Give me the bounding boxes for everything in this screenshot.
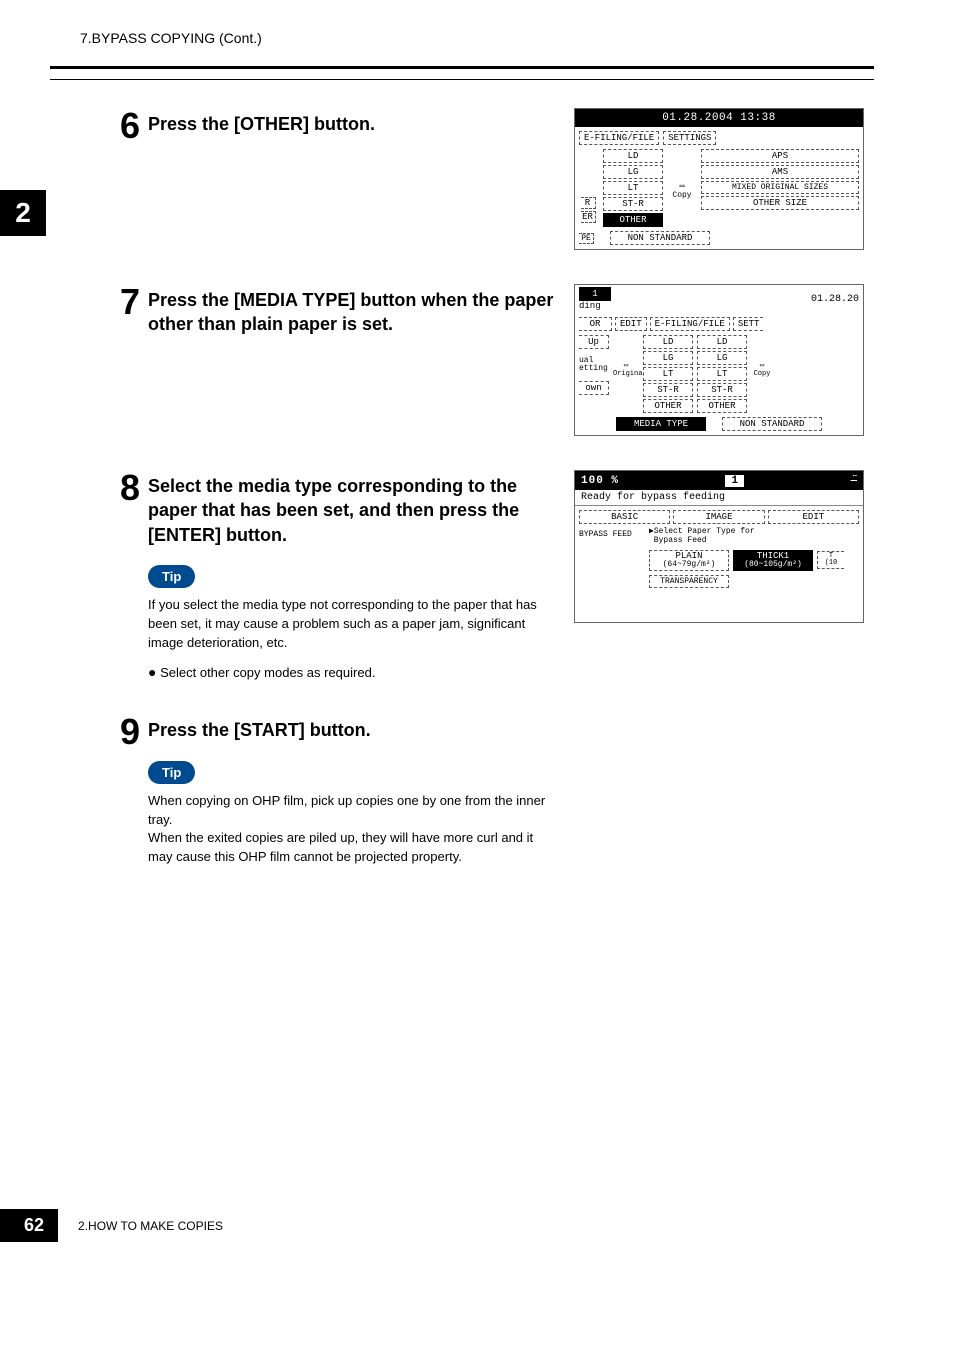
tab-efiling[interactable]: E-FILING/FILE xyxy=(650,317,730,331)
tab-sett[interactable]: SETT xyxy=(733,317,764,331)
btn-lg[interactable]: LG xyxy=(643,351,693,365)
btn-lg[interactable]: LG xyxy=(603,165,663,179)
btn-other2[interactable]: OTHER xyxy=(697,399,747,413)
step-title: Press the [START] button. xyxy=(148,718,554,742)
btn-nonstandard[interactable]: NON STANDARD xyxy=(610,231,710,245)
date-cut: 01.28.20 xyxy=(811,294,859,305)
btn-transparency[interactable]: TRANSPARENCY xyxy=(649,575,729,588)
step-title: Press the [OTHER] button. xyxy=(148,112,554,136)
footer-chapter: 2.HOW TO MAKE COPIES xyxy=(78,1219,223,1233)
tab-edit[interactable]: EDIT xyxy=(768,510,859,524)
step-9: 9 Press the [START] button. Tip When cop… xyxy=(50,714,874,867)
panel-datetime: 01.28.2004 13:38 xyxy=(575,109,863,127)
lcd-panel-7: 1 ding 01.28.20 OR EDIT E-FILING/FILE SE… xyxy=(574,284,864,436)
thick1-sub: (80~105g/m²) xyxy=(738,561,808,569)
btn-aps[interactable]: APS xyxy=(701,149,859,163)
rule-thin xyxy=(50,79,874,80)
btn-lg2[interactable]: LG xyxy=(697,351,747,365)
btn-ld[interactable]: LD xyxy=(603,149,663,163)
side-label-pe: PE xyxy=(579,233,594,244)
btn-ld2[interactable]: LD xyxy=(697,335,747,349)
copy-count: 1 xyxy=(725,475,744,487)
side-label: R xyxy=(581,197,596,209)
step-number: 7 xyxy=(98,284,140,320)
lcd-panel-6: 01.28.2004 13:38 E-FILING/FILE SETTINGS … xyxy=(574,108,864,250)
btn-str2[interactable]: ST-R xyxy=(697,383,747,397)
btn-cut[interactable]: T (10 xyxy=(817,551,844,569)
tab-efiling[interactable]: E-FILING/FILE xyxy=(579,131,659,145)
ready-line: Ready for bypass feeding xyxy=(575,490,863,506)
bullet-text: Select other copy modes as required. xyxy=(160,665,375,680)
side-label: ER xyxy=(581,211,596,223)
step-title: Select the media type corresponding to t… xyxy=(148,474,554,547)
btn-plain[interactable]: PLAIN (64~79g/m²) xyxy=(649,550,729,571)
zoom-value: 100 % xyxy=(581,475,619,487)
btn-other[interactable]: OTHER xyxy=(603,213,663,227)
bullet-line: ● Select other copy modes as required. xyxy=(148,664,554,680)
page-number: 62 xyxy=(0,1209,58,1242)
ding-label: ding xyxy=(579,301,611,311)
plain-sub: (64~79g/m²) xyxy=(654,561,724,569)
tab-settings[interactable]: SETTINGS xyxy=(663,131,716,145)
page-footer: 62 2.HOW TO MAKE COPIES xyxy=(0,1209,223,1242)
step-8: 8 Select the media type corresponding to… xyxy=(50,470,874,680)
tip-text: If you select the media type not corresp… xyxy=(148,596,554,653)
tab-basic[interactable]: BASIC xyxy=(579,510,670,524)
copy-label: Copy xyxy=(669,191,695,200)
original-label: Original xyxy=(613,370,639,378)
instruction-text: ▶Select Paper Type for Bypass Feed xyxy=(649,528,859,546)
step-6: 6 Press the [OTHER] button. 01.28.2004 1… xyxy=(50,108,874,250)
btn-mixed[interactable]: MIXED ORIGINAL SIZES xyxy=(701,181,859,194)
count-box: 1 xyxy=(579,287,611,301)
lcd-panel-8: 100 % 1 ⎯̈ Ready for bypass feeding BASI… xyxy=(574,470,864,623)
step-number: 9 xyxy=(98,714,140,750)
staple-icon: ⎯̈ xyxy=(851,473,858,488)
btn-str[interactable]: ST-R xyxy=(603,197,663,211)
tip-badge: Tip xyxy=(148,761,195,784)
bypass-feed-label: BYPASS FEED xyxy=(579,528,643,588)
btn-ams[interactable]: AMS xyxy=(701,165,859,179)
tip-text: When copying on OHP film, pick up copies… xyxy=(148,792,554,867)
running-header: 7.BYPASS COPYING (Cont.) xyxy=(80,30,874,46)
btn-other[interactable]: OTHER xyxy=(643,399,693,413)
side-own[interactable]: own xyxy=(579,381,609,395)
chapter-tab: 2 xyxy=(0,190,46,236)
tip-badge: Tip xyxy=(148,565,195,588)
btn-media-type[interactable]: MEDIA TYPE xyxy=(616,417,706,431)
btn-str[interactable]: ST-R xyxy=(643,383,693,397)
step-number: 8 xyxy=(98,470,140,506)
btn-othersize[interactable]: OTHER SIZE xyxy=(701,196,859,210)
btn-ld[interactable]: LD xyxy=(643,335,693,349)
step-title: Press the [MEDIA TYPE] button when the p… xyxy=(148,288,554,337)
tab-image[interactable]: IMAGE xyxy=(673,510,764,524)
side-ual: ual etting xyxy=(579,357,609,373)
step-number: 6 xyxy=(98,108,140,144)
btn-lt[interactable]: LT xyxy=(603,181,663,195)
tab-or[interactable]: OR xyxy=(579,317,612,331)
tab-edit[interactable]: EDIT xyxy=(615,317,647,331)
copy-icon: ▭ xyxy=(751,361,773,370)
rule-thick xyxy=(50,66,874,69)
copy-icon: ▭ xyxy=(669,181,695,191)
btn-lt[interactable]: LT xyxy=(643,367,693,381)
btn-lt2[interactable]: LT xyxy=(697,367,747,381)
bullet-icon: ● xyxy=(148,664,156,680)
side-up[interactable]: Up xyxy=(579,335,609,349)
original-icon: ▭ xyxy=(613,361,639,370)
btn-nonstandard[interactable]: NON STANDARD xyxy=(722,417,822,431)
copy-label: Copy xyxy=(751,370,773,378)
btn-thick1[interactable]: THICK1 (80~105g/m²) xyxy=(733,550,813,571)
step-7: 7 Press the [MEDIA TYPE] button when the… xyxy=(50,284,874,436)
